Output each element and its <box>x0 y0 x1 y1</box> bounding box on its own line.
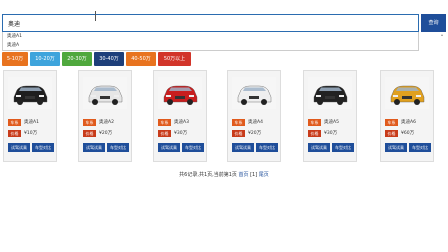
series-tag: 车系 <box>232 118 245 126</box>
series-tag: 车系 <box>158 118 171 126</box>
test-drive-button[interactable]: 试驾试乘 <box>232 143 254 152</box>
car-price: ¥20万 <box>99 131 113 136</box>
car-card: 车系 奥迪A4 价格 ¥20万 试驾试乘 车型对比 <box>227 70 281 162</box>
car-price: ¥10万 <box>24 131 38 136</box>
filter-10-20[interactable]: 10-20万 <box>30 52 60 66</box>
car-card: 车系 奥迪A1 价格 ¥10万 试驾试乘 车型对比 <box>3 70 57 162</box>
car-model: 奥迪A6 <box>401 120 416 125</box>
price-tag: 价格 <box>308 129 321 137</box>
compare-button[interactable]: 车型对比 <box>256 143 278 152</box>
test-drive-button[interactable]: 试驾试乘 <box>385 143 407 152</box>
car-card: 车系 奥迪A5 价格 ¥30万 试驾试乘 车型对比 <box>303 70 357 162</box>
search-input[interactable] <box>2 14 419 32</box>
series-tag: 车系 <box>83 118 96 126</box>
price-tag: 价格 <box>232 129 245 137</box>
pagination-summary: 共6记录,共1页,当前第1页 <box>179 172 237 178</box>
car-price: ¥20万 <box>248 131 262 136</box>
compare-button[interactable]: 车型对比 <box>182 143 204 152</box>
price-filter-bar: 5-10万 10-20万 20-30万 30-40万 40-50万 50万以上 <box>2 52 191 66</box>
scroll-up-icon[interactable]: ▴ <box>441 33 445 37</box>
test-drive-button[interactable]: 试驾试乘 <box>8 143 30 152</box>
car-price: ¥60万 <box>401 131 415 136</box>
series-tag: 车系 <box>385 118 398 126</box>
car-model: 奥迪A1 <box>24 120 39 125</box>
car-card: 车系 奥迪A2 价格 ¥20万 试驾试乘 车型对比 <box>78 70 132 162</box>
pagination: 共6记录,共1页,当前第1页 首页 [1] 尾页 <box>0 171 448 178</box>
test-drive-button[interactable]: 试驾试乘 <box>158 143 180 152</box>
autocomplete-dropdown: 奥迪A1 奥迪A <box>2 32 419 51</box>
car-image <box>232 77 276 109</box>
test-drive-button[interactable]: 试驾试乘 <box>308 143 330 152</box>
search-button[interactable]: 查询 <box>421 14 446 32</box>
car-card-list: 车系 奥迪A1 价格 ¥10万 试驾试乘 车型对比 车系 奥迪A2 价格 ¥20万 试驾试… <box>0 70 448 166</box>
car-model: 奥迪A3 <box>174 120 189 125</box>
compare-button[interactable]: 车型对比 <box>32 143 54 152</box>
car-image <box>308 77 352 109</box>
current-page: [1] <box>250 172 258 178</box>
price-tag: 价格 <box>83 129 96 137</box>
last-page-link[interactable]: 尾页 <box>259 172 269 178</box>
search-bar: 查询 <box>2 14 446 32</box>
car-price: ¥30万 <box>324 131 338 136</box>
filter-50-plus[interactable]: 50万以上 <box>158 52 191 66</box>
car-price: ¥30万 <box>174 131 188 136</box>
car-card: 车系 奥迪A3 价格 ¥30万 试驾试乘 车型对比 <box>153 70 207 162</box>
price-tag: 价格 <box>8 129 21 137</box>
car-model: 奥迪A4 <box>248 120 263 125</box>
car-model: 奥迪A5 <box>324 120 339 125</box>
compare-button[interactable]: 车型对比 <box>332 143 354 152</box>
car-image <box>83 77 127 109</box>
suggestion-item[interactable]: 奥迪A1 <box>3 32 418 41</box>
filter-30-40[interactable]: 30-40万 <box>94 52 124 66</box>
filter-5-10[interactable]: 5-10万 <box>2 52 28 66</box>
price-tag: 价格 <box>158 129 171 137</box>
car-image <box>158 77 202 109</box>
text-cursor-icon <box>95 11 97 21</box>
first-page-link[interactable]: 首页 <box>239 172 249 178</box>
compare-button[interactable]: 车型对比 <box>409 143 431 152</box>
price-tag: 价格 <box>385 129 398 137</box>
car-image <box>385 77 429 109</box>
car-card: 车系 奥迪A6 价格 ¥60万 试驾试乘 车型对比 <box>380 70 434 162</box>
filter-40-50[interactable]: 40-50万 <box>126 52 156 66</box>
car-model: 奥迪A2 <box>99 120 114 125</box>
compare-button[interactable]: 车型对比 <box>107 143 129 152</box>
test-drive-button[interactable]: 试驾试乘 <box>83 143 105 152</box>
suggestion-item[interactable]: 奥迪A <box>3 41 418 50</box>
filter-20-30[interactable]: 20-30万 <box>62 52 92 66</box>
series-tag: 车系 <box>8 118 21 126</box>
series-tag: 车系 <box>308 118 321 126</box>
car-image <box>8 77 52 109</box>
